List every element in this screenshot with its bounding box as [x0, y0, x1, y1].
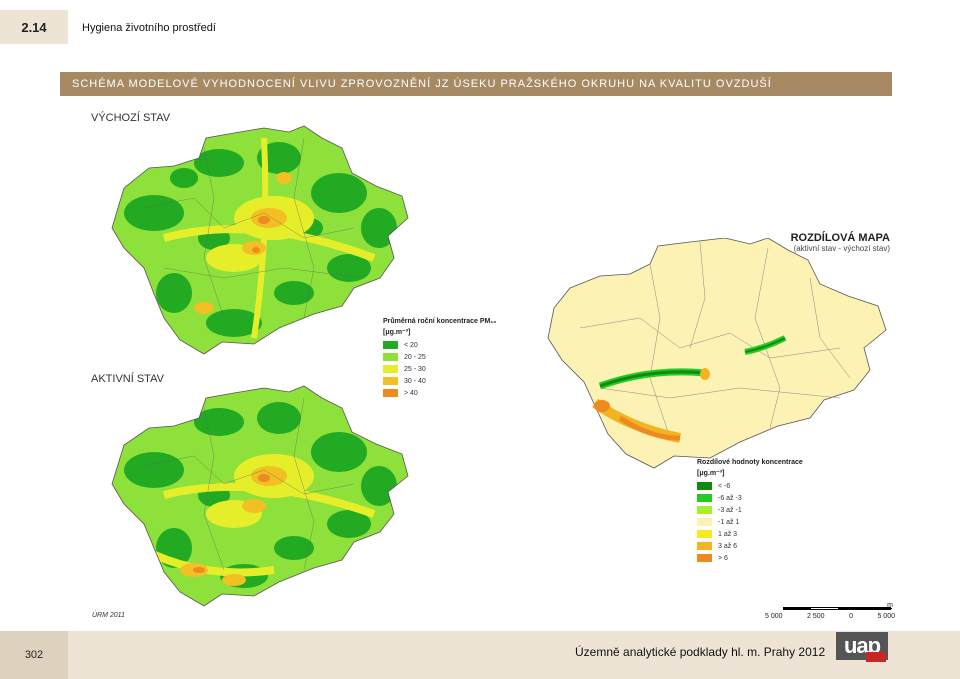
scale-tick: 5 000	[765, 613, 783, 620]
pm-legend: Průměrná roční koncentrace PM₁₀ [μg.m⁻³]…	[383, 318, 496, 399]
pm-legend-unit: [μg.m⁻³]	[383, 329, 411, 336]
difference-legend: Rozdílové hodnoty koncentrace [μg.m⁻³] <…	[697, 459, 803, 564]
scale-tick: 0	[849, 613, 853, 620]
source-note: ÚRM 2011	[92, 612, 125, 619]
legend-swatch	[697, 530, 712, 538]
pm-legend-item: 20 - 25	[383, 351, 496, 363]
difference-legend-title: Rozdílové hodnoty koncentrace	[697, 459, 803, 466]
scale-tick: 2 500	[807, 613, 825, 620]
legend-swatch	[383, 341, 398, 349]
pm-legend-item: 25 - 30	[383, 363, 496, 375]
difference-legend-item: -6 až -3	[697, 492, 803, 504]
publication-title: Územně analytické podklady hl. m. Prahy …	[575, 645, 826, 659]
legend-swatch	[383, 389, 398, 397]
page-heading: SCHÉMA MODELOVÉ VYHODNOCENÍ VLIVU ZPROVO…	[72, 78, 772, 90]
difference-legend-item: -3 až -1	[697, 504, 803, 516]
legend-swatch	[697, 494, 712, 502]
logo-accent	[866, 652, 886, 662]
difference-legend-item: 1 až 3	[697, 528, 803, 540]
difference-legend-item: < -6	[697, 480, 803, 492]
difference-legend-item: -1 až 1	[697, 516, 803, 528]
pm-legend-title: Průměrná roční koncentrace PM₁₀	[383, 318, 497, 325]
page-number: 302	[0, 631, 68, 679]
chapter-title: Hygiena životního prostředí	[82, 22, 216, 34]
legend-swatch	[383, 365, 398, 373]
legend-swatch	[697, 542, 712, 550]
difference-legend-unit: [μg.m⁻³]	[697, 470, 725, 477]
pm-legend-item: > 40	[383, 387, 496, 399]
pm-legend-item: 30 - 40	[383, 375, 496, 387]
legend-swatch	[697, 518, 712, 526]
legend-swatch	[697, 554, 712, 562]
difference-legend-item: > 6	[697, 552, 803, 564]
legend-swatch	[383, 377, 398, 385]
scale-bar: m 5 000 2 500 0 5 000	[765, 602, 895, 626]
difference-legend-item: 3 až 6	[697, 540, 803, 552]
legend-swatch	[697, 482, 712, 490]
pm-legend-item: < 20	[383, 339, 496, 351]
scale-tick: 5 000	[877, 613, 895, 620]
difference-map	[547, 238, 887, 469]
initial-state-map	[111, 125, 409, 355]
legend-swatch	[383, 353, 398, 361]
active-state-map	[111, 385, 409, 607]
chapter-number: 2.14	[0, 10, 68, 44]
legend-swatch	[697, 506, 712, 514]
